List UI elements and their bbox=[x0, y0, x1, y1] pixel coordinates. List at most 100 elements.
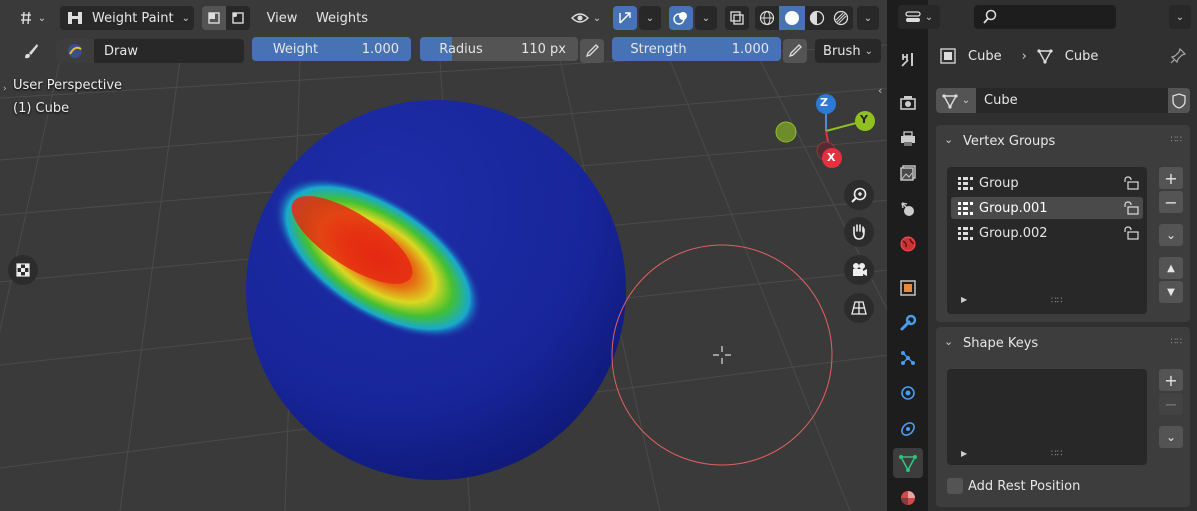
overlays-dropdown[interactable]: ⌄ bbox=[695, 6, 717, 30]
radius-pressure-toggle[interactable] bbox=[580, 39, 604, 63]
visibility-button[interactable]: ⌄ bbox=[566, 6, 606, 30]
unlocked-padlock-icon[interactable] bbox=[1123, 201, 1139, 215]
tab-render[interactable] bbox=[893, 88, 923, 118]
xray-toggle[interactable] bbox=[725, 6, 749, 30]
radius-field[interactable]: Radius 110 px bbox=[420, 37, 578, 61]
drag-handle-icon[interactable]: ∷∷ bbox=[1171, 337, 1182, 347]
eye-icon bbox=[570, 13, 589, 23]
tab-mesh-data[interactable] bbox=[893, 448, 923, 478]
gizmo-toggle[interactable] bbox=[613, 6, 637, 30]
chevron-down-icon: ⌄ bbox=[863, 12, 873, 24]
vertex-group-list[interactable]: Group Group.001 Group.002 ▶ ∷∷ bbox=[947, 167, 1147, 314]
triangle-up-icon: ▲ bbox=[1167, 262, 1175, 274]
tab-physics[interactable] bbox=[893, 378, 923, 408]
shading-rendered[interactable] bbox=[829, 6, 853, 30]
weights-menu[interactable]: Weights bbox=[310, 6, 374, 30]
printer-icon bbox=[901, 131, 915, 146]
vertex-group-name: Group bbox=[979, 175, 1019, 191]
toolbar-expand-icon[interactable]: › bbox=[3, 84, 7, 94]
add-vertex-group-button[interactable]: + bbox=[1159, 167, 1183, 189]
weight-value: 1.000 bbox=[361, 41, 399, 57]
view-menu[interactable]: View bbox=[262, 6, 302, 30]
wrench-icon bbox=[900, 314, 917, 331]
tab-tool[interactable] bbox=[893, 45, 923, 75]
xray-icon bbox=[730, 11, 744, 25]
shape-key-list[interactable]: ▶ ∷∷ bbox=[947, 369, 1147, 465]
add-shape-key-button[interactable]: + bbox=[1159, 369, 1183, 391]
properties-options-dropdown[interactable]: ⌄ bbox=[1169, 5, 1191, 29]
vertex-group-item[interactable]: Group bbox=[951, 172, 1143, 194]
render-camera-icon bbox=[900, 96, 916, 110]
mode-selector[interactable]: Weight Paint ⌄ bbox=[60, 6, 194, 30]
shape-key-specials-menu[interactable]: ⌄ bbox=[1159, 426, 1183, 448]
unlocked-padlock-icon[interactable] bbox=[1123, 226, 1139, 240]
tab-object[interactable] bbox=[893, 273, 923, 303]
vertex-group-item[interactable]: Group.002 bbox=[951, 222, 1143, 244]
brush-tool-button[interactable] bbox=[16, 39, 46, 63]
zoom-button[interactable] bbox=[844, 180, 874, 210]
list-filter-toggle-icon[interactable]: ▶ bbox=[961, 449, 967, 458]
chevron-down-icon: ⌄ bbox=[924, 11, 934, 23]
tab-view-layer[interactable] bbox=[893, 158, 923, 188]
camera-view-button[interactable] bbox=[844, 255, 874, 285]
shape-keys-header[interactable]: ⌄ Shape Keys ∷∷ bbox=[936, 327, 1190, 359]
vertex-groups-header[interactable]: ⌄ Vertex Groups ∷∷ bbox=[936, 125, 1190, 157]
shading-dropdown[interactable]: ⌄ bbox=[857, 6, 879, 30]
add-rest-position-checkbox[interactable] bbox=[947, 478, 963, 494]
tab-output[interactable] bbox=[893, 124, 923, 154]
viewport-grid bbox=[0, 44, 887, 511]
weight-field[interactable]: Weight 1.000 bbox=[252, 37, 411, 61]
shading-wireframe[interactable] bbox=[755, 6, 779, 30]
fake-user-button[interactable] bbox=[1168, 88, 1190, 113]
vertex-group-item-active[interactable]: Group.001 bbox=[951, 197, 1143, 219]
constraint-link-icon bbox=[901, 422, 915, 436]
move-group-up-button[interactable]: ▲ bbox=[1159, 257, 1183, 279]
remove-shape-key-button[interactable]: − bbox=[1159, 393, 1183, 415]
unlocked-padlock-icon[interactable] bbox=[1123, 176, 1139, 190]
vertex-group-specials-menu[interactable]: ⌄ bbox=[1159, 224, 1183, 246]
brush-selector[interactable]: Draw bbox=[56, 39, 244, 63]
vertex-groups-title: Vertex Groups bbox=[963, 134, 1056, 149]
mesh-browse-button[interactable]: ⌄ bbox=[936, 88, 976, 113]
quad-view-button[interactable] bbox=[8, 255, 38, 285]
overlays-toggle[interactable] bbox=[669, 6, 693, 30]
list-filter-toggle-icon[interactable]: ▶ bbox=[961, 295, 967, 304]
remove-vertex-group-button[interactable]: − bbox=[1159, 191, 1183, 213]
gizmo-dropdown[interactable]: ⌄ bbox=[639, 6, 661, 30]
properties-search-input[interactable] bbox=[974, 5, 1116, 29]
tab-material[interactable] bbox=[893, 483, 923, 511]
mask-vertex-toggle[interactable] bbox=[226, 6, 250, 30]
chevron-down-icon: ⌄ bbox=[1165, 228, 1177, 242]
move-group-down-button[interactable]: ▼ bbox=[1159, 281, 1183, 303]
brush-name: Draw bbox=[104, 43, 138, 59]
tab-particles[interactable] bbox=[893, 343, 923, 373]
overlay-circles-icon bbox=[673, 12, 687, 25]
sidebar-expand-icon[interactable]: ‹ bbox=[878, 84, 882, 97]
perspective-toggle-button[interactable] bbox=[844, 293, 874, 323]
brush-thumbnail-icon bbox=[68, 44, 82, 58]
shading-material[interactable] bbox=[805, 6, 829, 30]
editor-type-button[interactable]: ⌄ bbox=[898, 5, 940, 29]
collapse-chevron-icon: ⌄ bbox=[944, 133, 954, 146]
3d-viewport[interactable]: ⌄ Weight Paint ⌄ View Weights ⌄ ⌄ ⌄ ⌄ Dr… bbox=[0, 0, 888, 511]
strength-pressure-toggle[interactable] bbox=[783, 39, 807, 63]
drag-handle-icon[interactable]: ∷∷ bbox=[1171, 135, 1182, 145]
add-rest-position-option[interactable]: Add Rest Position bbox=[947, 476, 1147, 496]
tab-modifiers[interactable] bbox=[893, 308, 923, 338]
tab-constraints[interactable] bbox=[893, 414, 923, 444]
tab-scene[interactable] bbox=[893, 194, 923, 224]
strength-field[interactable]: Strength 1.000 bbox=[612, 37, 781, 61]
list-resize-handle-icon[interactable]: ∷∷ bbox=[1051, 296, 1062, 306]
editor-type-button[interactable]: ⌄ bbox=[12, 6, 52, 30]
tab-world[interactable] bbox=[893, 229, 923, 259]
particles-icon bbox=[901, 351, 915, 365]
shading-solid[interactable] bbox=[779, 6, 805, 30]
pin-icon[interactable] bbox=[1170, 48, 1186, 64]
breadcrumb-object: Cube bbox=[968, 48, 1002, 64]
list-resize-handle-icon[interactable]: ∷∷ bbox=[1051, 449, 1062, 459]
mesh-name-field[interactable]: Cube bbox=[976, 88, 1168, 113]
mask-face-toggle[interactable] bbox=[202, 6, 226, 30]
brush-menu[interactable]: Brush ⌄ bbox=[815, 39, 881, 63]
mesh-datablock-selector[interactable]: ⌄ Cube bbox=[936, 88, 1190, 113]
pan-button[interactable] bbox=[844, 217, 874, 247]
